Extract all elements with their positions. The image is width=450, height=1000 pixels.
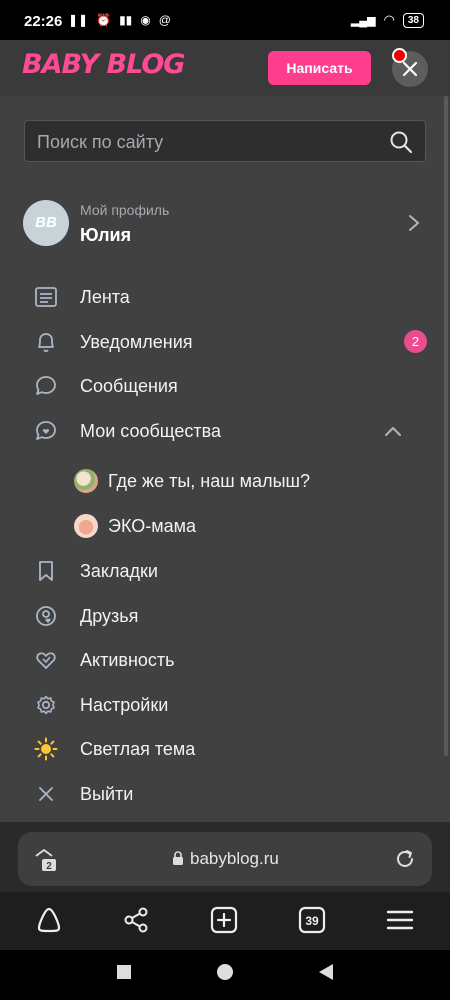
community-label: Где же ты, наш малыш? (108, 471, 310, 491)
profile-name: Юлия (80, 225, 132, 245)
menu-item-activity[interactable]: Активность (0, 640, 450, 680)
browser-address-area: 2 babyblog.ru (0, 822, 450, 892)
feed-icon (35, 287, 57, 307)
menu-item-feed[interactable]: Лента (0, 277, 450, 317)
home-button[interactable] (217, 964, 233, 980)
community-label: ЭКО-мама (108, 516, 196, 536)
scrollbar[interactable] (444, 96, 448, 756)
menu-item-bookmarks[interactable]: Закладки (0, 551, 450, 591)
community-item[interactable]: ЭКО-мама (0, 506, 450, 546)
profile-link[interactable]: BB Мой профиль Юлия (22, 198, 432, 250)
gear-icon (37, 695, 55, 715)
tabs-total: 39 (305, 914, 319, 928)
side-menu: BB Мой профиль Юлия Лента Уведомления 2 … (0, 96, 450, 822)
lock-icon (173, 851, 183, 865)
search-icon[interactable] (389, 130, 413, 154)
chevron-right-icon (409, 215, 420, 231)
menu-item-label: Уведомления (80, 332, 193, 352)
at-icon: @ (158, 13, 171, 27)
status-time: 22:26 (24, 13, 63, 30)
menu-item-messages[interactable]: Сообщения (0, 366, 450, 406)
menu-item-label: Сообщения (80, 376, 178, 396)
menu-item-label: Светлая тема (80, 739, 196, 759)
new-tab-icon[interactable] (210, 906, 238, 934)
url-text: babyblog.ru (190, 849, 279, 868)
alice-icon[interactable] (36, 906, 62, 934)
friends-icon (36, 606, 56, 626)
communities-icon (36, 421, 56, 440)
media-icon: ▮▮ (119, 13, 133, 27)
recents-button[interactable] (117, 965, 131, 979)
notification-badge: 2 (404, 330, 427, 353)
menu-item-logout[interactable]: Выйти (0, 774, 450, 814)
share-icon[interactable] (122, 906, 150, 934)
profile-subtitle: Мой профиль (80, 202, 170, 218)
babyblog-logo[interactable]: BABY BLOG (22, 49, 185, 80)
alarm-icon: ⏰ (96, 13, 112, 27)
tabs-counter-icon[interactable]: 39 (298, 906, 326, 934)
hamburger-menu-icon[interactable] (386, 906, 414, 934)
signal-icon: ▂▄▆ (350, 14, 376, 27)
recording-indicator (392, 48, 407, 63)
tab-count: 2 (46, 861, 52, 872)
menu-item-label: Лента (80, 287, 130, 307)
bookmark-icon (39, 561, 53, 581)
heart-icon (36, 652, 56, 669)
battery-indicator: 38 (402, 12, 424, 28)
menu-item-notifications[interactable]: Уведомления 2 (0, 322, 450, 362)
sun-icon (34, 737, 58, 761)
bell-icon (38, 333, 54, 353)
menu-item-label: Настройки (80, 695, 169, 715)
search-box (24, 120, 426, 163)
menu-item-label: Закладки (80, 561, 158, 581)
avatar: BB (23, 200, 69, 246)
menu-item-label: Выйти (80, 784, 134, 804)
write-button[interactable]: Написать (268, 51, 371, 85)
menu-item-label: Мои сообщества (80, 421, 222, 441)
wifi-icon: ◠ (383, 12, 395, 27)
chevron-up-icon[interactable] (384, 425, 402, 437)
close-icon (39, 787, 53, 801)
community-item[interactable]: Где же ты, наш малыш? (0, 461, 450, 501)
menu-item-label: Активность (80, 650, 175, 670)
status-bar: 22:26 ❚❚ ⏰ ▮▮ ◉ @ ▂▄▆ ◠ 38 (0, 0, 450, 40)
menu-item-settings[interactable]: Настройки (0, 685, 450, 725)
menu-item-label: Друзья (80, 606, 139, 626)
menu-item-communities[interactable]: Мои сообщества (0, 411, 450, 451)
message-icon (36, 376, 56, 395)
pause-icon: ❚❚ (68, 13, 89, 27)
menu-item-light-theme[interactable]: Светлая тема (0, 729, 450, 769)
app-icon: ◉ (140, 13, 151, 27)
community-thumbnail (74, 514, 98, 538)
community-thumbnail (74, 469, 98, 493)
menu-item-friends[interactable]: Друзья (0, 596, 450, 636)
site-header: BABY BLOG Написать (0, 40, 450, 96)
address-bar[interactable]: 2 babyblog.ru (18, 832, 432, 886)
browser-toolbar: 39 (0, 892, 450, 950)
search-input[interactable] (35, 121, 379, 163)
tabs-icon[interactable]: 2 (34, 846, 58, 877)
system-navigation (0, 950, 450, 1000)
back-button[interactable] (318, 963, 334, 981)
reload-icon[interactable] (394, 848, 416, 870)
close-icon (402, 61, 418, 77)
